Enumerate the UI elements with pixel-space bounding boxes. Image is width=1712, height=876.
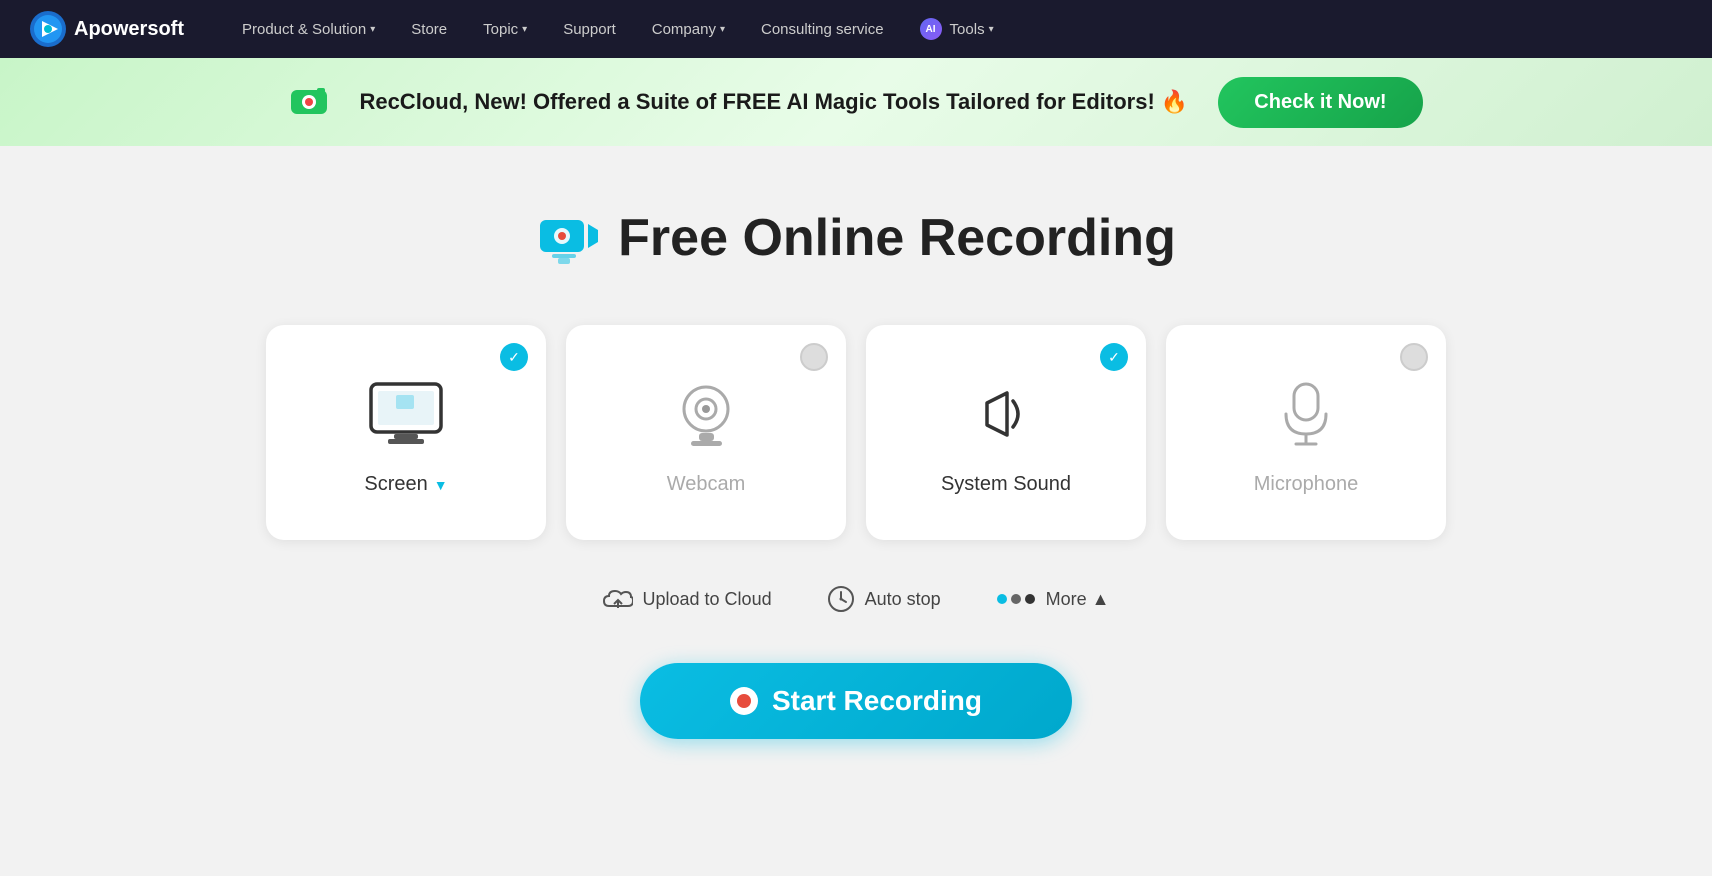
logo-icon — [30, 11, 66, 47]
logo-text: Apowersoft — [74, 18, 184, 41]
webcam-option[interactable]: Webcam — [566, 325, 846, 540]
recording-icon — [536, 206, 600, 270]
system-sound-label: System Sound — [941, 473, 1071, 496]
navbar: Apowersoft Product & Solution ▾ Store To… — [0, 0, 1712, 58]
webcam-icon — [669, 379, 744, 449]
nav-item-consulting[interactable]: Consulting service — [743, 0, 902, 58]
chevron-icon: ▾ — [370, 24, 375, 35]
microphone-icon — [1276, 379, 1336, 449]
webcam-check — [800, 343, 828, 371]
more-option[interactable]: More ▲ — [996, 589, 1110, 610]
more-dots-icon — [996, 591, 1036, 607]
logo[interactable]: Apowersoft — [30, 11, 184, 47]
record-dot — [730, 687, 758, 715]
chevron-icon: ▾ — [522, 24, 527, 35]
screen-icon — [366, 379, 446, 449]
reccloud-icon — [289, 82, 329, 122]
extra-options: Upload to Cloud Auto stop More ▲ — [603, 585, 1110, 613]
nav-item-company[interactable]: Company ▾ — [634, 0, 743, 58]
start-recording-button[interactable]: Start Recording — [640, 663, 1072, 739]
nav-item-topic[interactable]: Topic ▾ — [465, 0, 545, 58]
page-title: Free Online Recording — [618, 208, 1176, 268]
system-sound-option[interactable]: ✓ System Sound — [866, 325, 1146, 540]
chevron-icon: ▾ — [989, 24, 994, 35]
system-sound-icon — [969, 379, 1044, 449]
microphone-label: Microphone — [1254, 473, 1359, 496]
page-title-area: Free Online Recording — [536, 206, 1176, 270]
ai-badge: AI — [920, 18, 942, 40]
banner-text: RecCloud, New! Offered a Suite of FREE A… — [359, 89, 1188, 115]
nav-item-store[interactable]: Store — [393, 0, 465, 58]
auto-stop-option[interactable]: Auto stop — [827, 585, 941, 613]
chevron-icon: ▾ — [720, 24, 725, 35]
check-now-button[interactable]: Check it Now! — [1218, 77, 1422, 128]
nav-item-support[interactable]: Support — [545, 0, 634, 58]
screen-icon-wrap — [361, 369, 451, 459]
webcam-icon-wrap — [661, 369, 751, 459]
recording-options: ✓ Screen ▼ — [266, 325, 1446, 540]
system-sound-icon-wrap — [961, 369, 1051, 459]
screen-option[interactable]: ✓ Screen ▼ — [266, 325, 546, 540]
webcam-label: Webcam — [667, 473, 746, 496]
microphone-icon-wrap — [1261, 369, 1351, 459]
promo-banner: RecCloud, New! Offered a Suite of FREE A… — [0, 58, 1712, 146]
nav-item-tools[interactable]: AI Tools ▾ — [902, 0, 1012, 58]
nav-items: Product & Solution ▾ Store Topic ▾ Suppo… — [224, 0, 1682, 58]
upload-cloud-option[interactable]: Upload to Cloud — [603, 586, 772, 612]
screen-dropdown-arrow: ▼ — [434, 477, 448, 493]
microphone-option[interactable]: Microphone — [1166, 325, 1446, 540]
screen-label: Screen ▼ — [364, 473, 447, 496]
cloud-icon — [603, 586, 633, 612]
screen-check: ✓ — [500, 343, 528, 371]
system-sound-check: ✓ — [1100, 343, 1128, 371]
record-dot-inner — [737, 694, 751, 708]
main-content: Free Online Recording ✓ Screen ▼ — [0, 146, 1712, 876]
nav-item-product[interactable]: Product & Solution ▾ — [224, 0, 393, 58]
clock-icon — [827, 585, 855, 613]
microphone-check — [1400, 343, 1428, 371]
